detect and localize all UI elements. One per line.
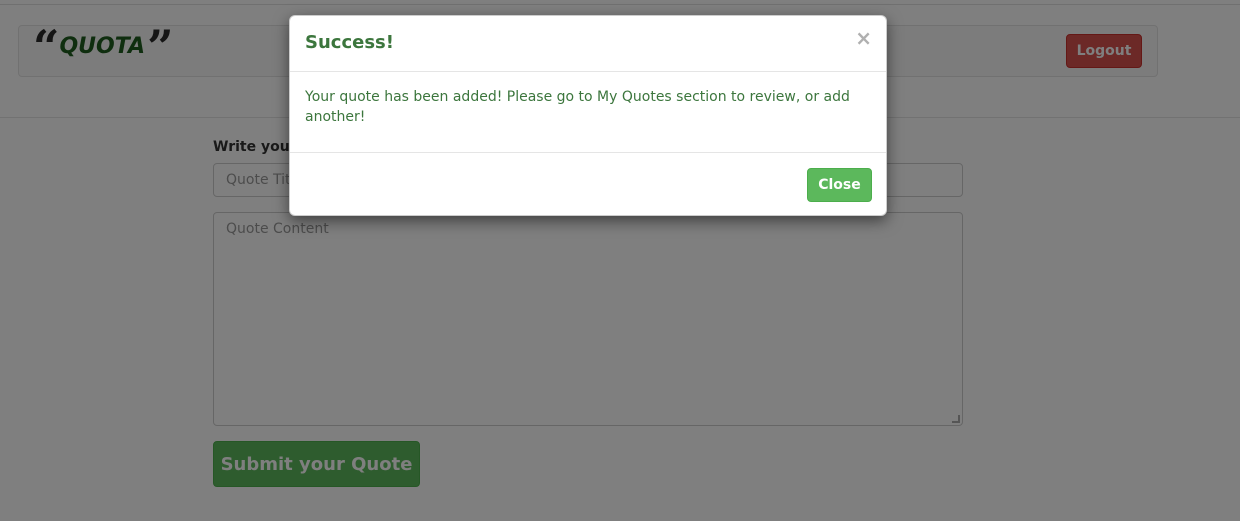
- modal-message: Your quote has been added! Please go to …: [305, 89, 850, 125]
- close-button[interactable]: Close: [807, 168, 872, 202]
- page: “ QUOTA ” Logout Write your Quote Title …: [0, 0, 1240, 521]
- close-icon[interactable]: ×: [855, 28, 872, 48]
- success-modal: Success! × Your quote has been added! Pl…: [289, 15, 887, 216]
- modal-header: Success! ×: [290, 16, 886, 72]
- modal-footer: Close: [290, 152, 886, 216]
- modal-title: Success!: [305, 32, 394, 53]
